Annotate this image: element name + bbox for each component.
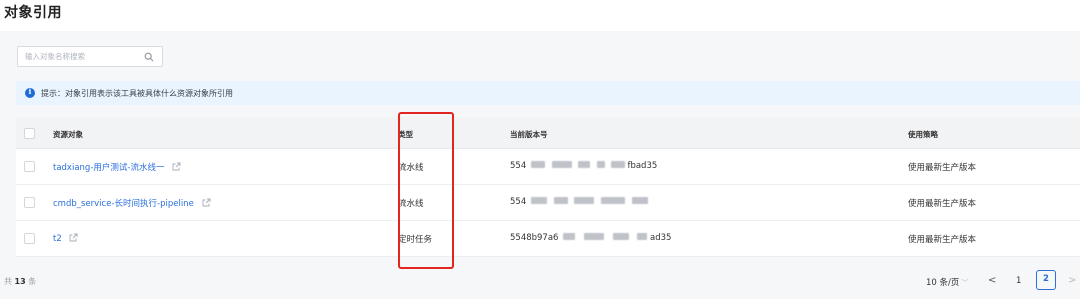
- reference-table: 资源对象 类型 当前版本号 使用策略 tadxiang-用户测试-流水线一 流水…: [16, 117, 1080, 257]
- redacted-block: [597, 161, 606, 168]
- policy-cell: 使用最新生产版本: [908, 163, 977, 173]
- external-link-icon[interactable]: [202, 198, 211, 207]
- resource-link[interactable]: tadxiang-用户测试-流水线一: [53, 163, 164, 173]
- redacted-block: [563, 233, 576, 240]
- version-cell: 554 fbad35: [510, 161, 658, 171]
- resource-link[interactable]: cmdb_service-长时间执行-pipeline: [53, 199, 194, 209]
- search-input[interactable]: 输入对象名称搜索: [17, 46, 163, 67]
- redacted-block: [551, 161, 572, 168]
- page-size-select[interactable]: 10 条/页 ﹀: [926, 276, 968, 296]
- resource-link[interactable]: t2: [53, 234, 62, 244]
- table-row: tadxiang-用户测试-流水线一 流水线 554 fbad35 使用最新生产…: [16, 149, 1080, 185]
- redacted-block: [637, 233, 648, 240]
- redacted-block: [583, 233, 604, 240]
- table-row: t2 定时任务 5548b97a6 ad35 使用最新生产版本: [16, 221, 1080, 257]
- version-cell: 5548b97a6 ad35: [510, 233, 672, 243]
- redacted-block: [530, 161, 545, 168]
- page-2-button[interactable]: 2: [1036, 270, 1056, 290]
- search-placeholder: 输入对象名称搜索: [25, 52, 85, 61]
- chevron-down-icon: ﹀: [961, 279, 969, 287]
- policy-cell: 使用最新生产版本: [908, 235, 977, 245]
- external-link-icon[interactable]: [69, 233, 78, 242]
- info-icon: [25, 87, 35, 98]
- select-all-checkbox[interactable]: [24, 128, 35, 139]
- search-icon[interactable]: [144, 52, 154, 62]
- redacted-block: [612, 233, 629, 240]
- prev-page-button[interactable]: <: [988, 275, 996, 295]
- column-resource: 资源对象: [53, 130, 83, 139]
- redacted-block: [553, 197, 568, 204]
- row-checkbox[interactable]: [24, 161, 35, 172]
- table-row: cmdb_service-长时间执行-pipeline 流水线 554 使用最新…: [16, 185, 1080, 221]
- table-header: 资源对象 类型 当前版本号 使用策略: [16, 117, 1080, 149]
- column-policy: 使用策略: [908, 130, 938, 139]
- row-checkbox[interactable]: [24, 197, 35, 208]
- next-page-button[interactable]: >: [1068, 275, 1076, 295]
- policy-cell: 使用最新生产版本: [908, 199, 977, 209]
- external-link-icon[interactable]: [172, 162, 181, 171]
- column-version: 当前版本号: [510, 130, 548, 139]
- total-count: 共 13 条: [4, 277, 37, 286]
- type-column-highlight: [398, 112, 454, 269]
- redacted-block: [601, 197, 626, 204]
- redacted-block: [574, 197, 595, 204]
- page-title: 对象引用: [4, 5, 62, 21]
- page-1-button[interactable]: 1: [1016, 276, 1021, 296]
- redacted-block: [578, 161, 591, 168]
- redacted-block: [631, 197, 648, 204]
- tip-text: 提示：对象引用表示该工具被具体什么资源对象所引用: [41, 89, 233, 98]
- version-cell: 554: [510, 197, 648, 207]
- tip-banner: 提示：对象引用表示该工具被具体什么资源对象所引用: [16, 81, 1080, 105]
- redacted-block: [530, 197, 547, 204]
- redacted-block: [610, 161, 625, 168]
- row-checkbox[interactable]: [24, 233, 35, 244]
